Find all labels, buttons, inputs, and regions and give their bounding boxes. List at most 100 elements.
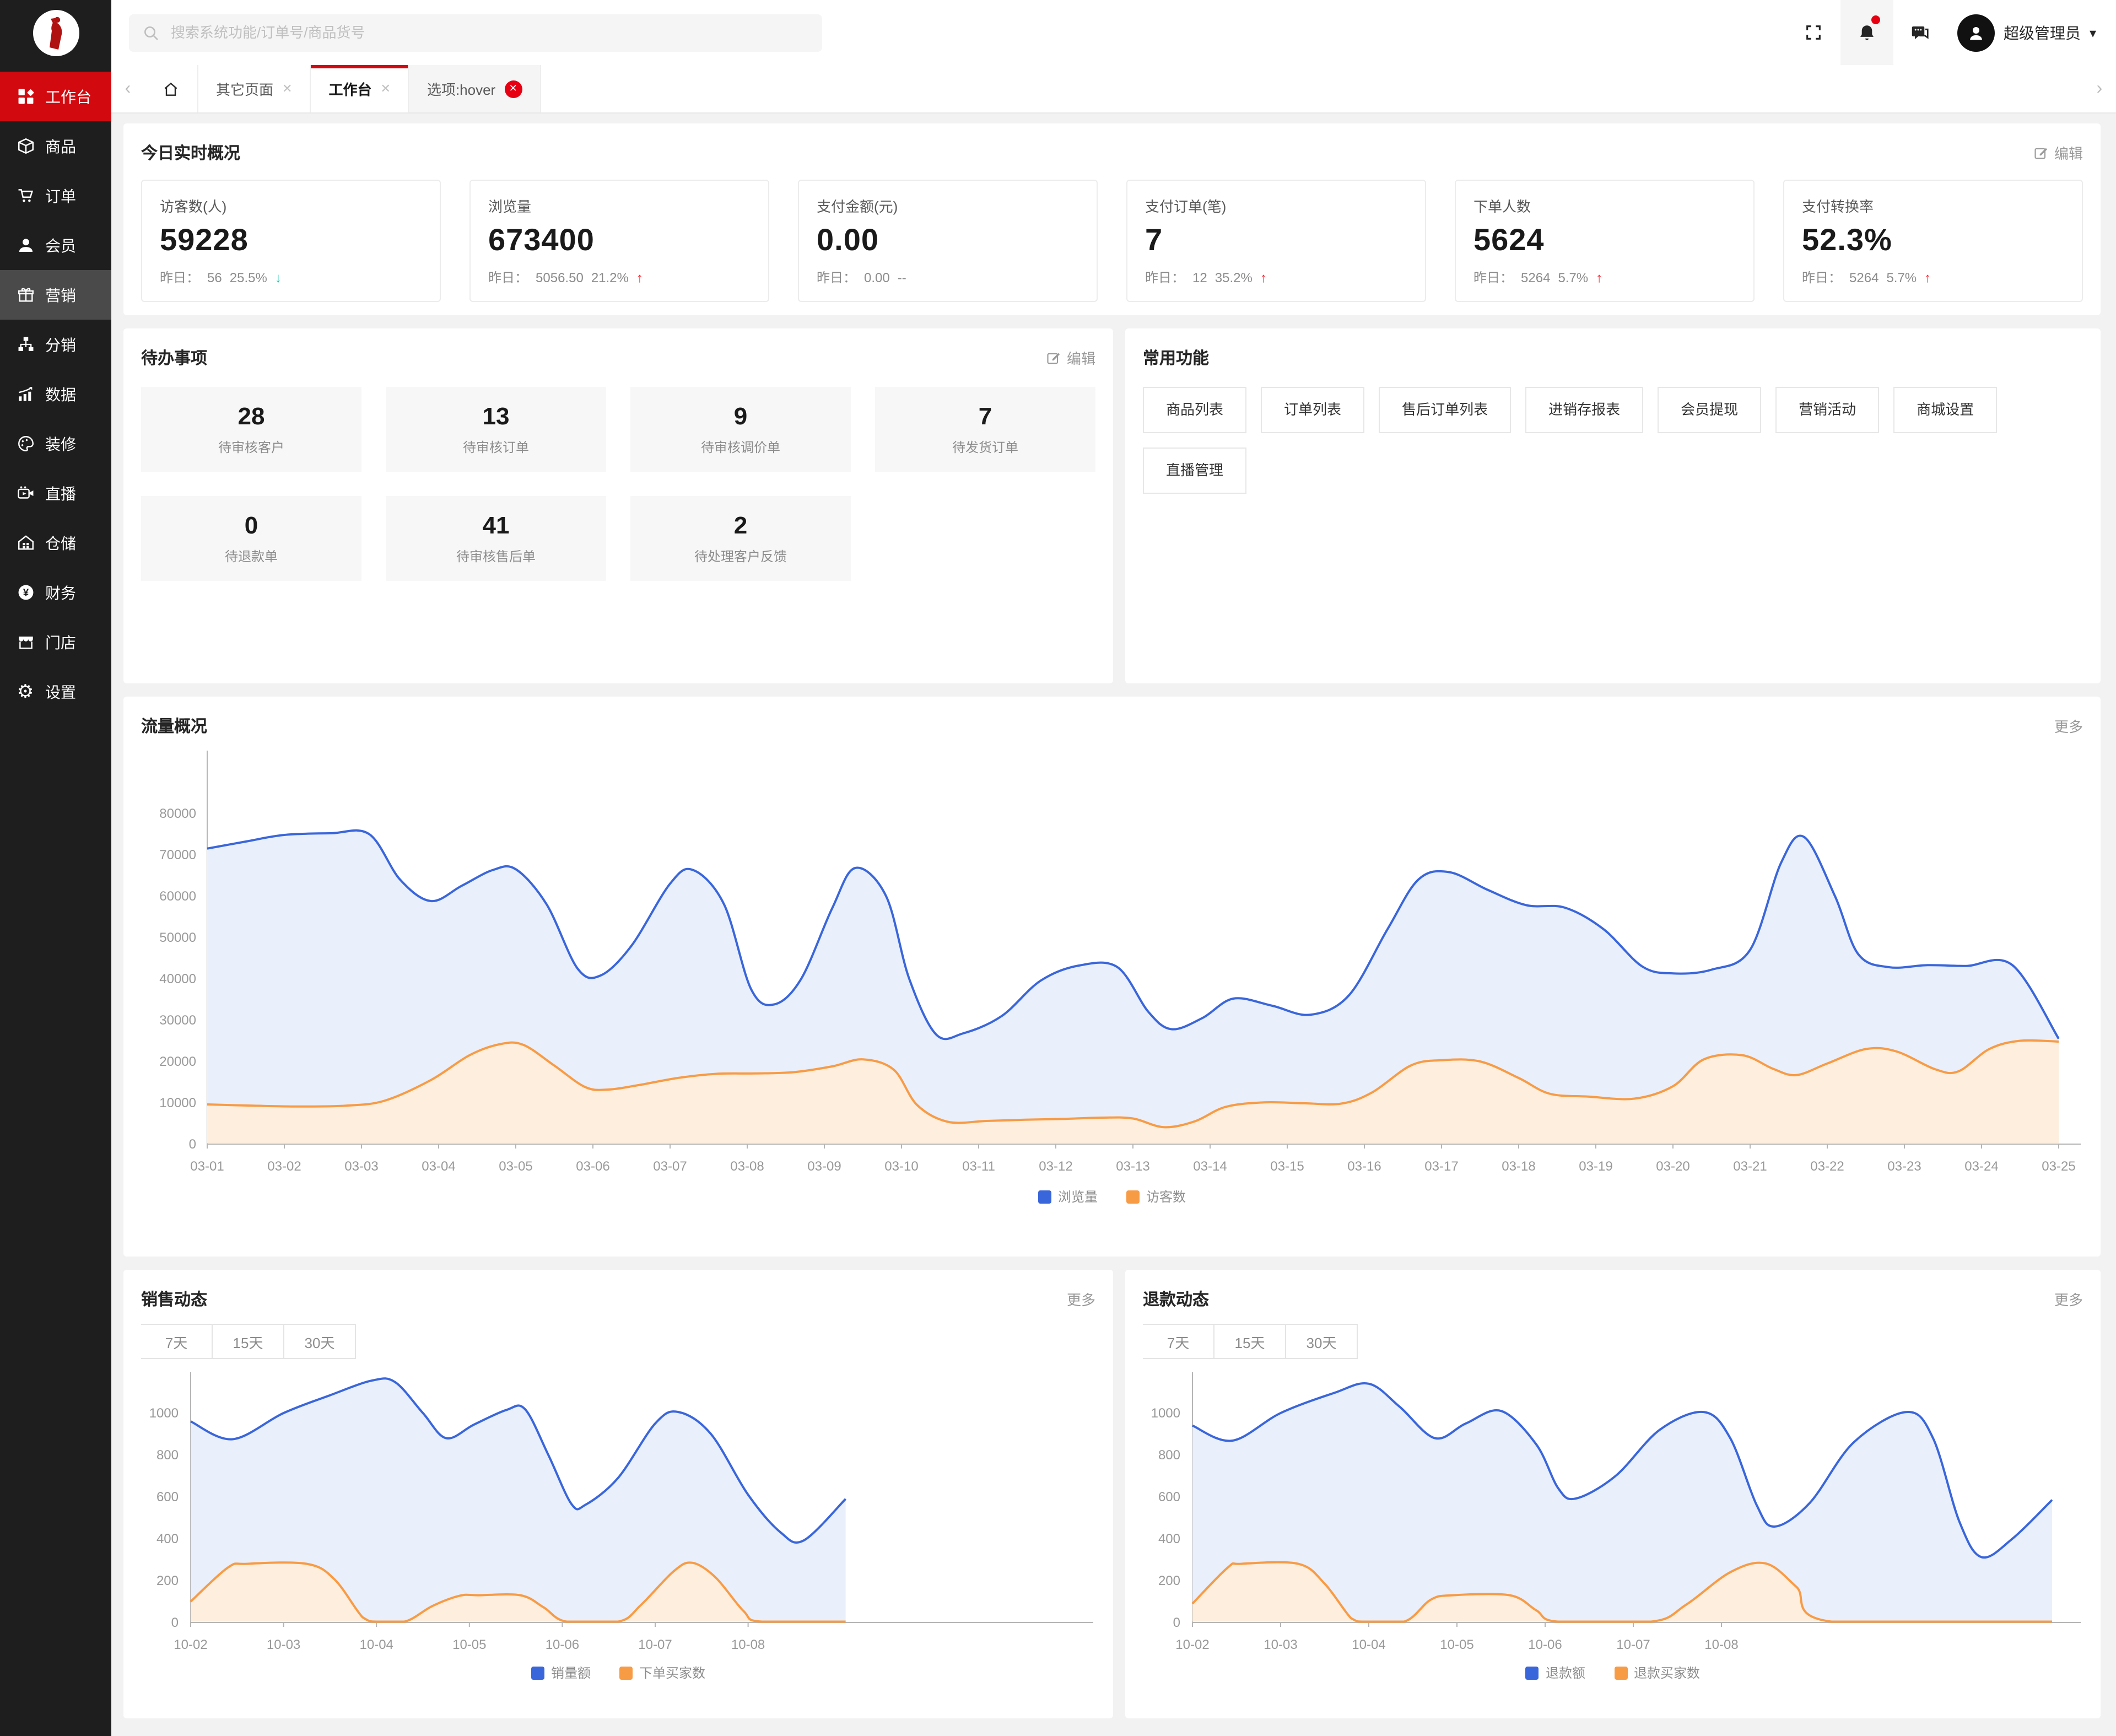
stat-yesterday: 昨日：0.00 -- [817,268,1079,287]
todo-count: 2 [734,511,748,540]
tab-option-hover[interactable]: 选项:hover ✕ [409,65,541,112]
sidebar-item-distribution[interactable]: 分销 [0,320,111,369]
y-tick-label: 70000 [159,848,196,862]
refund-period-tabs: 7天15天30天 [1143,1324,2083,1359]
trend-arrow-icon: ↑ [1924,269,1931,285]
quick-function-button[interactable]: 商品列表 [1143,387,1246,433]
edit-todo-button[interactable]: 编辑 [1046,347,1095,368]
period-tab[interactable]: 30天 [284,1324,356,1359]
period-tab[interactable]: 7天 [1143,1324,1214,1359]
sidebar-item-members[interactable]: 会员 [0,220,111,270]
fullscreen-button[interactable] [1788,0,1840,65]
legend-item[interactable]: 退款买家数 [1614,1663,1700,1682]
logo[interactable] [0,0,111,65]
chevron-down-icon: ▾ [2090,25,2096,40]
quick-function-button[interactable]: 订单列表 [1261,387,1364,433]
period-tab[interactable]: 30天 [1286,1324,1358,1359]
quick-function-button[interactable]: 商城设置 [1893,387,1997,433]
sidebar-item-warehouse[interactable]: 仓储 [0,518,111,568]
legend-item[interactable]: 浏览量 [1038,1187,1098,1206]
x-tick-label: 03-24 [1964,1159,1998,1174]
sidebar-item-decoration[interactable]: 装修 [0,419,111,468]
todo-card[interactable]: 9 待审核调价单 [630,387,851,472]
close-red-icon[interactable]: ✕ [504,80,522,98]
close-icon[interactable]: ✕ [381,82,391,96]
edit-overview-button[interactable]: 编辑 [2033,142,2083,163]
stat-value: 52.3% [1802,223,2064,258]
quick-function-button[interactable]: 进销存报表 [1525,387,1643,433]
sidebar-item-goods[interactable]: 商品 [0,121,111,171]
stat-card: 支付转换率 52.3% 昨日：5264 5.7% ↑ [1783,180,2083,302]
period-tab[interactable]: 15天 [213,1324,284,1359]
traffic-legend: 浏览量 访客数 [141,1187,2083,1206]
sidebar-item-workbench[interactable]: 工作台 [0,72,111,121]
todo-card[interactable]: 0 待退款单 [141,496,361,581]
legend-item[interactable]: 访客数 [1126,1187,1186,1206]
todo-label: 待处理客户反馈 [694,547,787,565]
notification-dot [1871,15,1880,24]
x-tick-label: 10-02 [1175,1637,1209,1652]
tabs-scroll-left[interactable]: ‹ [111,65,144,112]
tab-workbench[interactable]: 工作台 ✕ [311,65,409,112]
quick-function-button[interactable]: 售后订单列表 [1379,387,1511,433]
panel-traffic: 流量概况 更多 01000020000300004000050000600007… [123,697,2101,1257]
stat-card: 访客数(人) 59228 昨日：56 25.5% ↓ [141,180,441,302]
sidebar-item-label: 直播 [45,482,76,504]
y-tick-label: 200 [1158,1573,1180,1588]
legend-item[interactable]: 销量额 [531,1663,591,1682]
sidebar-item-label: 订单 [45,185,76,207]
sidebar-item-settings[interactable]: ⚙ 设置 [0,667,111,716]
y-tick-label: 0 [189,1137,196,1152]
stat-yesterday: 昨日：5056.50 21.2% ↑ [488,268,751,287]
period-tab[interactable]: 15天 [1214,1324,1286,1359]
close-icon[interactable]: ✕ [282,82,292,96]
todo-card[interactable]: 2 待处理客户反馈 [630,496,851,581]
tab-other-page[interactable]: 其它页面 ✕ [198,65,311,112]
sidebar-item-orders[interactable]: 订单 [0,171,111,220]
legend-item[interactable]: 退款额 [1526,1663,1585,1682]
notifications-button[interactable] [1840,0,1893,65]
svg-text:¥: ¥ [23,586,29,598]
sidebar-item-finance[interactable]: ¥ 财务 [0,568,111,617]
search-icon [142,24,160,41]
todo-card[interactable]: 7 待发货订单 [875,387,1095,472]
tabs-scroll-right[interactable]: › [2083,65,2116,112]
org-tree-icon [15,335,35,354]
todo-label: 待审核调价单 [701,438,780,456]
todo-card[interactable]: 41 待审核售后单 [386,496,606,581]
quick-function-button[interactable]: 会员提现 [1658,387,1761,433]
tab-label: 其它页面 [216,78,273,99]
search-input[interactable] [169,23,809,42]
sales-more-button[interactable]: 更多 [1067,1288,1095,1309]
todo-card[interactable]: 28 待审核客户 [141,387,361,472]
sidebar-item-label: 会员 [45,234,76,256]
legend-item[interactable]: 下单买家数 [619,1663,705,1682]
stat-value: 5624 [1473,223,1736,258]
panel-title: 流量概况 [141,714,207,737]
sidebar-item-live[interactable]: 直播 [0,468,111,518]
sidebar-item-label: 仓储 [45,532,76,554]
tab-home[interactable] [144,65,198,112]
stat-label: 支付转换率 [1802,195,2064,216]
period-tab[interactable]: 7天 [141,1324,213,1359]
todo-label: 待审核客户 [218,438,284,456]
quick-function-button[interactable]: 营销活动 [1775,387,1879,433]
x-tick-label: 03-23 [1887,1159,1921,1174]
y-tick-label: 60000 [159,889,196,904]
legend-label: 退款买家数 [1634,1663,1700,1682]
messages-button[interactable] [1893,0,1946,65]
sidebar-item-stores[interactable]: 门店 [0,617,111,667]
quick-buttons: 商品列表订单列表售后订单列表进销存报表会员提现营销活动商城设置直播管理 [1143,387,2083,494]
sidebar-item-data[interactable]: 数据 [0,369,111,419]
trend-arrow-icon: ↑ [1260,269,1267,285]
quick-function-button[interactable]: 直播管理 [1143,448,1246,494]
refund-more-button[interactable]: 更多 [2054,1288,2083,1309]
todo-card[interactable]: 13 待审核订单 [386,387,606,472]
x-tick-label: 03-22 [1810,1159,1844,1174]
traffic-more-button[interactable]: 更多 [2054,715,2083,736]
search-box [129,14,822,51]
close-x: ✕ [509,83,517,95]
user-menu[interactable]: 超级管理员 ▾ [1957,14,2096,51]
sidebar-item-marketing[interactable]: 营销 [0,270,111,320]
sidebar-item-label: 营销 [45,284,76,306]
